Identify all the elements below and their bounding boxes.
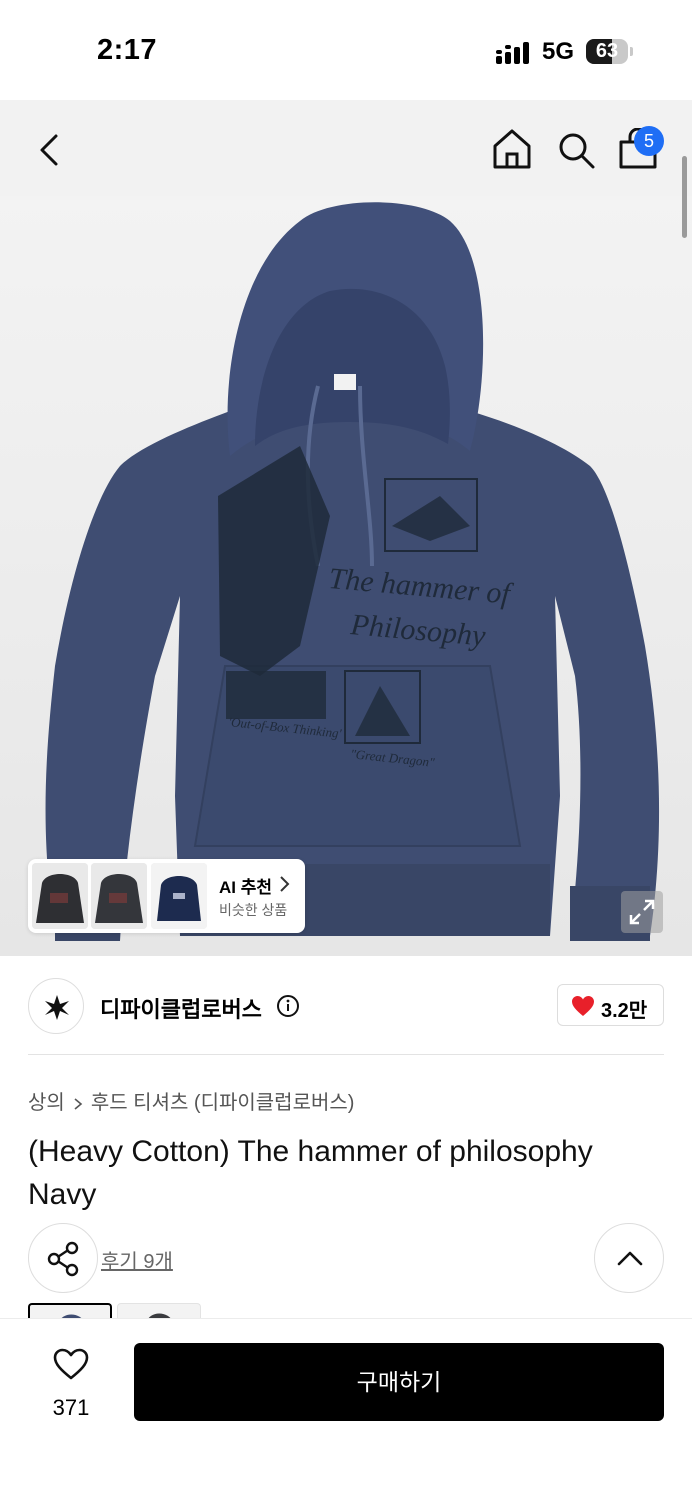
ai-recommend-subtitle: 비슷한 상품 [219,902,288,918]
ai-recommend-card[interactable]: AI 추천 비슷한 상품 [28,859,305,933]
brand-logo[interactable] [28,978,84,1034]
recommend-thumbnail[interactable] [32,863,88,929]
heart-icon [572,996,594,1016]
chevron-right-icon [74,1098,83,1110]
heart-outline-icon [53,1348,89,1380]
scroll-top-button[interactable] [594,1223,664,1293]
buy-button[interactable]: 구매하기 [134,1343,664,1421]
battery-percent: 63 [595,40,619,62]
info-icon[interactable] [276,994,300,1018]
chevron-right-icon [280,876,290,892]
product-image[interactable]: The hammer of Philosophy 'Out-of-Box Thi… [0,196,692,956]
search-icon[interactable] [556,130,596,170]
scroll-indicator [682,156,687,238]
expand-icon[interactable] [621,891,663,933]
chevron-left-icon[interactable] [30,130,70,170]
cart-badge: 5 [634,126,664,156]
status-time: 2:17 [97,34,158,66]
ai-recommend-title: AI 추천 [219,878,273,897]
battery-icon: 63 [586,39,633,64]
bottom-action-bar: 371 구매하기 [0,1318,692,1500]
recommend-thumbnail[interactable] [91,863,147,929]
share-icon [47,1241,79,1277]
reviews-link[interactable]: 후기 9개 [101,1245,173,1274]
chevron-up-icon [617,1251,643,1266]
signal-icon [496,42,529,64]
home-icon[interactable] [492,128,532,170]
wishlist-button[interactable]: 371 [36,1345,106,1425]
brand-like-button[interactable]: 3.2만 [557,984,664,1026]
wishlist-count: 371 [52,1395,90,1420]
brand-name[interactable]: 디파이클럽로버스 [100,992,262,1024]
top-nav [0,100,692,196]
brand-like-count: 3.2만 [601,1000,648,1022]
status-bar: 2:17 5G 63 [0,0,692,100]
hoodie-image: The hammer of Philosophy 'Out-of-Box Thi… [0,196,692,956]
product-title: (Heavy Cotton) The hammer of philosophy … [28,1135,593,1211]
divider [28,1054,664,1055]
network-label: 5G [542,38,575,65]
share-button[interactable] [28,1223,98,1293]
breadcrumb-category[interactable]: 상의 [28,1092,65,1114]
breadcrumb: 상의 후드 티셔츠 (디파이클럽로버스) [28,1086,354,1115]
breadcrumb-subcategory[interactable]: 후드 티셔츠 (디파이클럽로버스) [91,1092,355,1114]
recommend-thumbnail[interactable] [151,863,207,929]
